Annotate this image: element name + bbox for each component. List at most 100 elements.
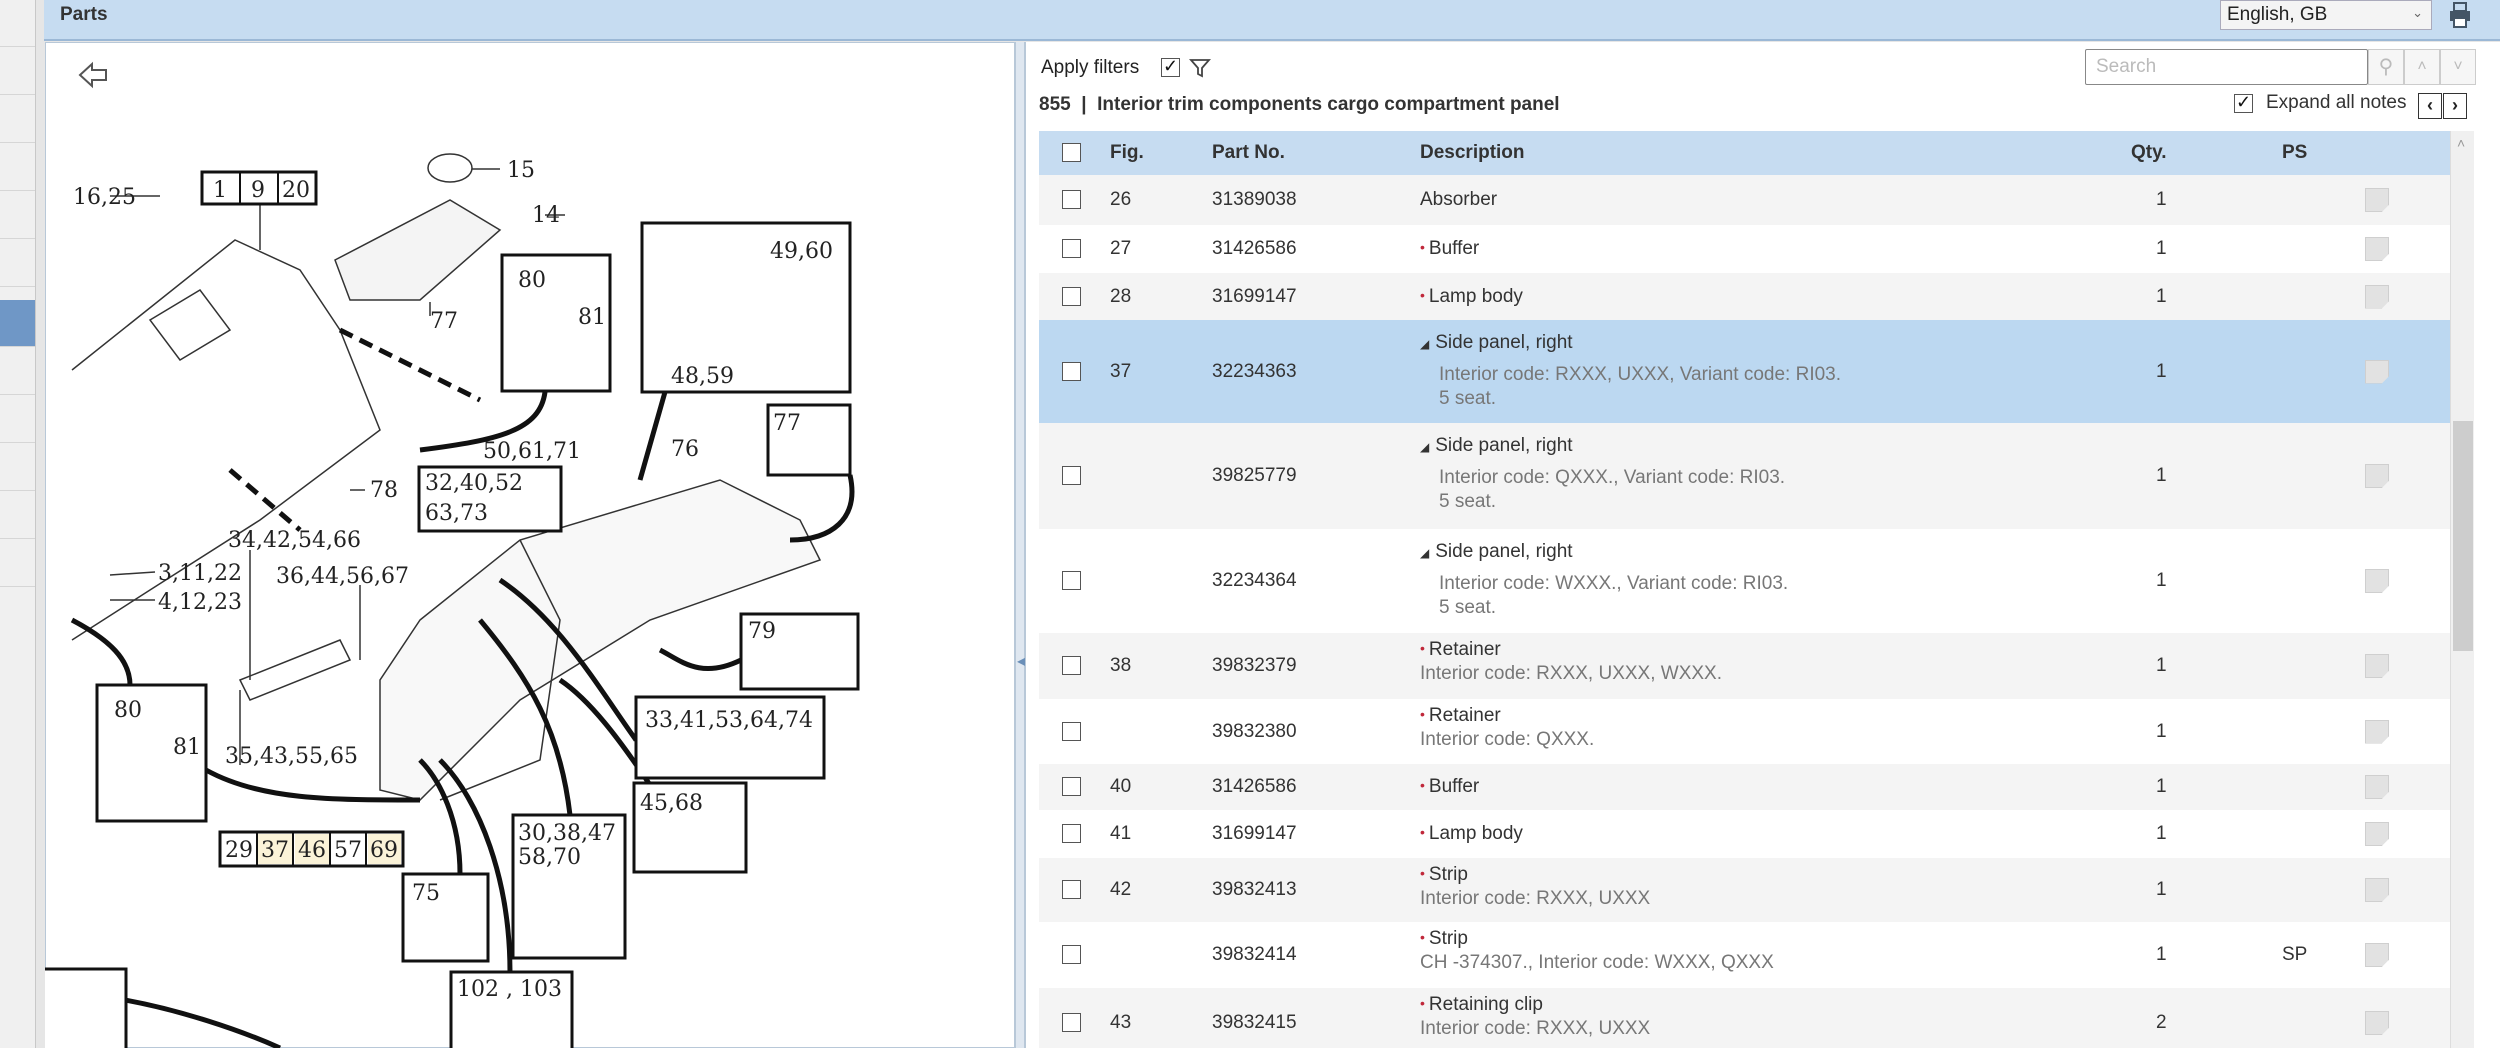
callout-label[interactable]: 81 — [578, 305, 606, 330]
table-row[interactable]: 42 39832413 • Strip Interior code: RXXX, UXX… — [1039, 858, 2450, 922]
nav-item[interactable] — [0, 396, 35, 443]
table-row[interactable]: 38 39832379 • Retainer Interior code: RXXX, … — [1039, 633, 2450, 699]
nav-item[interactable] — [0, 492, 35, 539]
note-icon[interactable] — [2365, 464, 2389, 488]
callout-label[interactable]: 29 — [225, 838, 253, 863]
part-no-cell[interactable]: 31389038 — [1212, 189, 1297, 211]
search-input[interactable]: Search — [2085, 49, 2368, 85]
table-row[interactable]: 32234364 ◢ Side panel, right Interior code:… — [1039, 529, 2450, 633]
callout-label[interactable]: 49,60 — [770, 239, 833, 264]
note-icon[interactable] — [2365, 237, 2389, 261]
callout-label[interactable]: 46 — [298, 838, 326, 863]
callout-label[interactable]: 58,70 — [518, 845, 581, 870]
note-icon[interactable] — [2365, 188, 2389, 212]
table-row[interactable]: 37 32234363 ◢ Side panel, right Interior cod… — [1039, 320, 2450, 423]
callout-label[interactable]: 78 — [370, 478, 398, 503]
part-no-cell[interactable]: 39832413 — [1212, 879, 1297, 901]
row-checkbox[interactable] — [1062, 1013, 1081, 1032]
col-ps[interactable]: PS — [2282, 142, 2307, 164]
callout-label[interactable]: 35,43,55,65 — [225, 744, 358, 769]
table-row[interactable]: 26 31389038 Absorber 1 — [1039, 175, 2450, 225]
note-icon[interactable] — [2365, 943, 2389, 967]
prev-page-button[interactable]: ‹ — [2418, 93, 2442, 119]
col-fig[interactable]: Fig. — [1110, 142, 1144, 164]
callout-label[interactable]: 30,38,47 — [518, 821, 616, 846]
callout-label[interactable]: 34,42,54,66 — [228, 528, 361, 553]
callout-label[interactable]: 3,11,22 — [158, 561, 242, 586]
callout-label[interactable]: 33,41,53,64,74 — [645, 708, 813, 733]
search-icon[interactable]: ⚲ — [2368, 49, 2404, 85]
callout-label[interactable]: 36,44,56,67 — [276, 564, 409, 589]
part-no-cell[interactable]: 31699147 — [1212, 286, 1297, 308]
table-row[interactable]: 39832380 • Retainer Interior code: QXXX. 1 — [1039, 699, 2450, 764]
scrollbar-thumb[interactable] — [2453, 421, 2473, 651]
part-no-cell[interactable]: 32234363 — [1212, 361, 1297, 383]
callout-label[interactable]: 63,73 — [425, 501, 488, 526]
callout-label[interactable]: 81 — [173, 735, 201, 760]
note-icon[interactable] — [2365, 569, 2389, 593]
row-checkbox[interactable] — [1062, 880, 1081, 899]
table-row[interactable]: 43 39832415 • Retaining clip Interior code: … — [1039, 988, 2450, 1048]
part-no-cell[interactable]: 31699147 — [1212, 823, 1297, 845]
apply-filters[interactable]: Apply filters — [1041, 56, 1211, 79]
table-row[interactable]: 41 31699147 • Lamp body 1 — [1039, 810, 2450, 858]
part-no-cell[interactable]: 39832414 — [1212, 944, 1297, 966]
nav-item[interactable] — [0, 48, 35, 95]
row-checkbox[interactable] — [1062, 571, 1081, 590]
nav-item[interactable] — [0, 96, 35, 143]
row-checkbox[interactable] — [1062, 466, 1081, 485]
expand-notes-checkbox[interactable] — [2234, 92, 2253, 113]
part-no-cell[interactable]: 32234364 — [1212, 570, 1297, 592]
note-icon[interactable] — [2365, 359, 2389, 384]
row-checkbox[interactable] — [1062, 824, 1081, 843]
callout-label[interactable]: 76 — [671, 437, 699, 462]
part-no-cell[interactable]: 31426586 — [1212, 776, 1297, 798]
note-icon[interactable] — [2365, 878, 2389, 902]
collapse-triangle-icon[interactable]: ◢ — [1420, 546, 1429, 560]
callout-label[interactable]: 69 — [370, 838, 398, 863]
nav-item-active[interactable] — [0, 300, 35, 347]
table-scrollbar[interactable]: ˄ — [2450, 131, 2474, 1048]
col-part-no[interactable]: Part No. — [1212, 142, 1285, 164]
callout-label[interactable]: 75 — [412, 881, 440, 906]
print-icon[interactable] — [2446, 1, 2474, 29]
filter-icon[interactable] — [1189, 57, 1211, 79]
note-icon[interactable] — [2365, 654, 2389, 678]
nav-item[interactable] — [0, 144, 35, 191]
note-icon[interactable] — [2365, 719, 2389, 744]
nav-item[interactable] — [0, 540, 35, 587]
part-no-cell[interactable]: 31426586 — [1212, 238, 1297, 260]
part-no-cell[interactable]: 39832379 — [1212, 655, 1297, 677]
nav-item[interactable] — [0, 0, 35, 47]
callout-label[interactable]: 80 — [518, 268, 546, 293]
callout-label[interactable]: 80 — [114, 698, 142, 723]
nav-item[interactable] — [0, 240, 35, 287]
callout-label[interactable]: 37 — [261, 838, 289, 863]
table-row[interactable]: 27 31426586 • Buffer 1 — [1039, 225, 2450, 273]
row-checkbox[interactable] — [1062, 286, 1081, 306]
nav-item[interactable] — [0, 444, 35, 491]
note-icon[interactable] — [2365, 1011, 2389, 1035]
table-row[interactable]: 39825779 ◢ Side panel, right Interior code:… — [1039, 423, 2450, 529]
scroll-up-icon[interactable]: ˄ — [2457, 135, 2465, 151]
callout-label[interactable]: 102 , 103 — [457, 977, 562, 1002]
callout-label[interactable]: 16,25 — [73, 185, 136, 210]
row-checkbox[interactable] — [1062, 656, 1081, 675]
callout-label[interactable]: 9 — [251, 178, 265, 203]
back-arrow-icon[interactable] — [78, 61, 107, 89]
callout-label[interactable]: 57 — [334, 838, 362, 863]
next-page-button[interactable]: › — [2443, 93, 2467, 119]
row-checkbox[interactable] — [1062, 239, 1081, 258]
note-icon[interactable] — [2365, 822, 2389, 846]
table-row[interactable]: 28 31699147 • Lamp body 1 — [1039, 273, 2450, 320]
callout-label[interactable]: 1 — [213, 178, 227, 203]
table-row[interactable]: 40 31426586 • Buffer 1 — [1039, 764, 2450, 810]
note-icon[interactable] — [2365, 284, 2389, 309]
part-no-cell[interactable]: 39832415 — [1212, 1012, 1297, 1034]
callout-label[interactable]: 50,61,71 — [483, 439, 581, 464]
nav-item[interactable] — [0, 192, 35, 239]
callout-label[interactable]: 45,68 — [640, 791, 703, 816]
panel-splitter[interactable]: ◀ — [1015, 42, 1026, 1048]
callout-label[interactable]: 20 — [282, 178, 310, 203]
table-row[interactable]: 39832414 • Strip CH -374307., Interior code… — [1039, 922, 2450, 988]
